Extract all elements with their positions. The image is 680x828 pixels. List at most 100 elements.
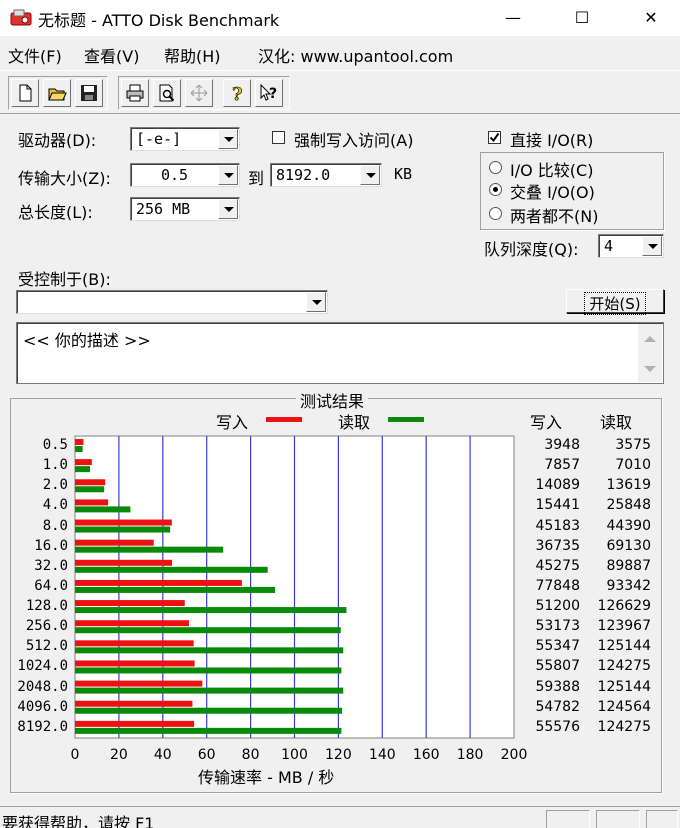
status-text: 要获得帮助，请按 F1 bbox=[2, 814, 155, 828]
print-preview-icon bbox=[159, 84, 175, 102]
force-write-label[interactable]: 强制写入访问(A) bbox=[294, 127, 413, 151]
app-window: 无标题 - ATTO Disk Benchmark — ☐ ✕ 文件(F) 查看… bbox=[0, 0, 680, 828]
write-value: 15441 bbox=[535, 497, 580, 514]
write-value: 54782 bbox=[535, 698, 580, 715]
queue-depth-value: 4 bbox=[604, 237, 614, 255]
new-button[interactable] bbox=[11, 79, 39, 107]
force-write-checkbox[interactable] bbox=[272, 131, 285, 144]
status-pane-2 bbox=[596, 810, 640, 828]
read-value: 93342 bbox=[606, 577, 651, 594]
neither-label[interactable]: 两者都不(N) bbox=[510, 203, 598, 227]
kb-label: KB bbox=[394, 165, 413, 183]
legend-read-label: 读取 bbox=[338, 413, 371, 432]
controlled-by-label: 受控制于(B): bbox=[18, 270, 111, 289]
menu-localized-credit[interactable]: 汉化: www.upantool.com bbox=[258, 43, 453, 67]
open-button[interactable] bbox=[43, 79, 71, 107]
read-value: 3575 bbox=[615, 437, 651, 453]
transfer-from-select[interactable]: 0.5 bbox=[130, 163, 240, 187]
write-value: 45183 bbox=[535, 517, 580, 534]
transfer-to-select[interactable]: 8192.0 bbox=[270, 163, 382, 187]
transfer-from-value: 0.5 bbox=[161, 166, 189, 184]
total-length-select[interactable]: 256 MB bbox=[130, 197, 240, 221]
description-field[interactable]: << 你的描述 >> bbox=[16, 322, 664, 384]
direct-io-label[interactable]: 直接 I/O(R) bbox=[510, 127, 593, 151]
move-button[interactable] bbox=[185, 79, 213, 107]
menu-help[interactable]: 帮助(H) bbox=[164, 43, 221, 67]
legend-write-label: 写入 bbox=[216, 413, 249, 432]
minimize-button[interactable]: — bbox=[490, 0, 536, 36]
y-tick-label: 256.0 bbox=[25, 618, 68, 635]
help-button[interactable]: ? bbox=[223, 79, 251, 107]
chevron-down-icon[interactable] bbox=[360, 165, 380, 185]
direct-io-checkbox[interactable] bbox=[488, 131, 501, 144]
move-icon bbox=[190, 84, 208, 102]
y-tick-label: 512.0 bbox=[25, 638, 68, 655]
context-help-button[interactable]: ? bbox=[255, 79, 283, 107]
queue-depth-label: 队列深度(Q): bbox=[484, 240, 579, 259]
drive-select[interactable]: [-e-] bbox=[130, 127, 240, 151]
read-value: 25848 bbox=[606, 497, 651, 514]
io-compare-label[interactable]: I/O 比较(C) bbox=[510, 157, 593, 181]
menu-bar: 文件(F) 查看(V) 帮助(H) 汉化: www.upantool.com bbox=[0, 36, 680, 68]
open-icon bbox=[48, 88, 67, 101]
transfer-to-value: 8192.0 bbox=[276, 166, 331, 184]
scroll-up-icon[interactable] bbox=[644, 336, 656, 342]
io-compare-radio[interactable] bbox=[489, 161, 502, 174]
print-button[interactable] bbox=[121, 79, 149, 107]
menu-view[interactable]: 查看(V) bbox=[84, 43, 139, 67]
write-value: 14089 bbox=[535, 477, 580, 494]
context-help-icon: ? bbox=[260, 83, 277, 102]
controlled-by-select[interactable] bbox=[16, 290, 328, 314]
toolbar: ? ? bbox=[0, 70, 680, 114]
read-value: 123967 bbox=[597, 618, 651, 635]
toolbar-group-tools: ? ? bbox=[118, 76, 290, 110]
chevron-down-icon[interactable] bbox=[306, 292, 326, 312]
checkmark-icon bbox=[489, 132, 500, 143]
write-value: 45275 bbox=[535, 557, 580, 574]
total-length-label: 总长度(L): bbox=[18, 203, 93, 222]
x-tick-label: 140 bbox=[368, 747, 396, 763]
scroll-down-icon[interactable] bbox=[644, 366, 656, 372]
start-button-label: 开始(S) bbox=[584, 292, 646, 315]
chevron-down-icon[interactable] bbox=[218, 129, 238, 149]
write-value: 36735 bbox=[535, 537, 580, 554]
title-bar[interactable]: 无标题 - ATTO Disk Benchmark — ☐ ✕ bbox=[0, 0, 680, 36]
chevron-down-icon[interactable] bbox=[642, 236, 662, 256]
write-column-header: 写入 bbox=[530, 413, 563, 432]
x-tick-label: 180 bbox=[456, 747, 484, 763]
maximize-button[interactable]: ☐ bbox=[559, 0, 605, 36]
svg-text:?: ? bbox=[269, 86, 277, 102]
y-tick-label: 64.0 bbox=[34, 577, 68, 594]
y-tick-label: 32.0 bbox=[34, 557, 68, 574]
neither-radio[interactable] bbox=[489, 207, 502, 220]
read-value: 126629 bbox=[597, 598, 651, 615]
x-tick-label: 40 bbox=[153, 747, 172, 763]
menu-file[interactable]: 文件(F) bbox=[8, 43, 62, 67]
queue-depth-select[interactable]: 4 bbox=[598, 234, 664, 258]
x-axis-label: 传输速率 - MB / 秒 bbox=[198, 768, 335, 787]
toolbar-group-file bbox=[8, 76, 108, 110]
read-value: 124564 bbox=[597, 698, 651, 715]
read-value: 125144 bbox=[597, 678, 651, 695]
drive-value: [-e-] bbox=[136, 130, 182, 148]
print-preview-button[interactable] bbox=[153, 79, 181, 107]
chevron-down-icon[interactable] bbox=[218, 199, 238, 219]
write-value: 53173 bbox=[535, 618, 580, 635]
overlap-io-radio[interactable] bbox=[489, 183, 502, 196]
save-button[interactable] bbox=[75, 79, 103, 107]
start-button[interactable]: 开始(S) bbox=[566, 289, 664, 315]
x-tick-label: 0 bbox=[70, 747, 80, 763]
overlap-io-label[interactable]: 交叠 I/O(O) bbox=[510, 179, 595, 203]
window-title: 无标题 - ATTO Disk Benchmark bbox=[38, 11, 280, 30]
x-tick-label: 80 bbox=[241, 747, 260, 763]
chevron-down-icon[interactable] bbox=[218, 165, 238, 185]
close-button[interactable]: ✕ bbox=[628, 0, 674, 36]
y-tick-label: 4.0 bbox=[42, 497, 68, 514]
status-pane-1 bbox=[546, 810, 590, 828]
read-value: 44390 bbox=[606, 517, 651, 534]
legend-read-swatch bbox=[388, 417, 424, 422]
y-tick-label: 1.0 bbox=[42, 457, 68, 474]
write-value: 55576 bbox=[535, 718, 580, 735]
description-scrollbar[interactable] bbox=[638, 324, 662, 382]
legend-write-swatch bbox=[266, 417, 302, 422]
